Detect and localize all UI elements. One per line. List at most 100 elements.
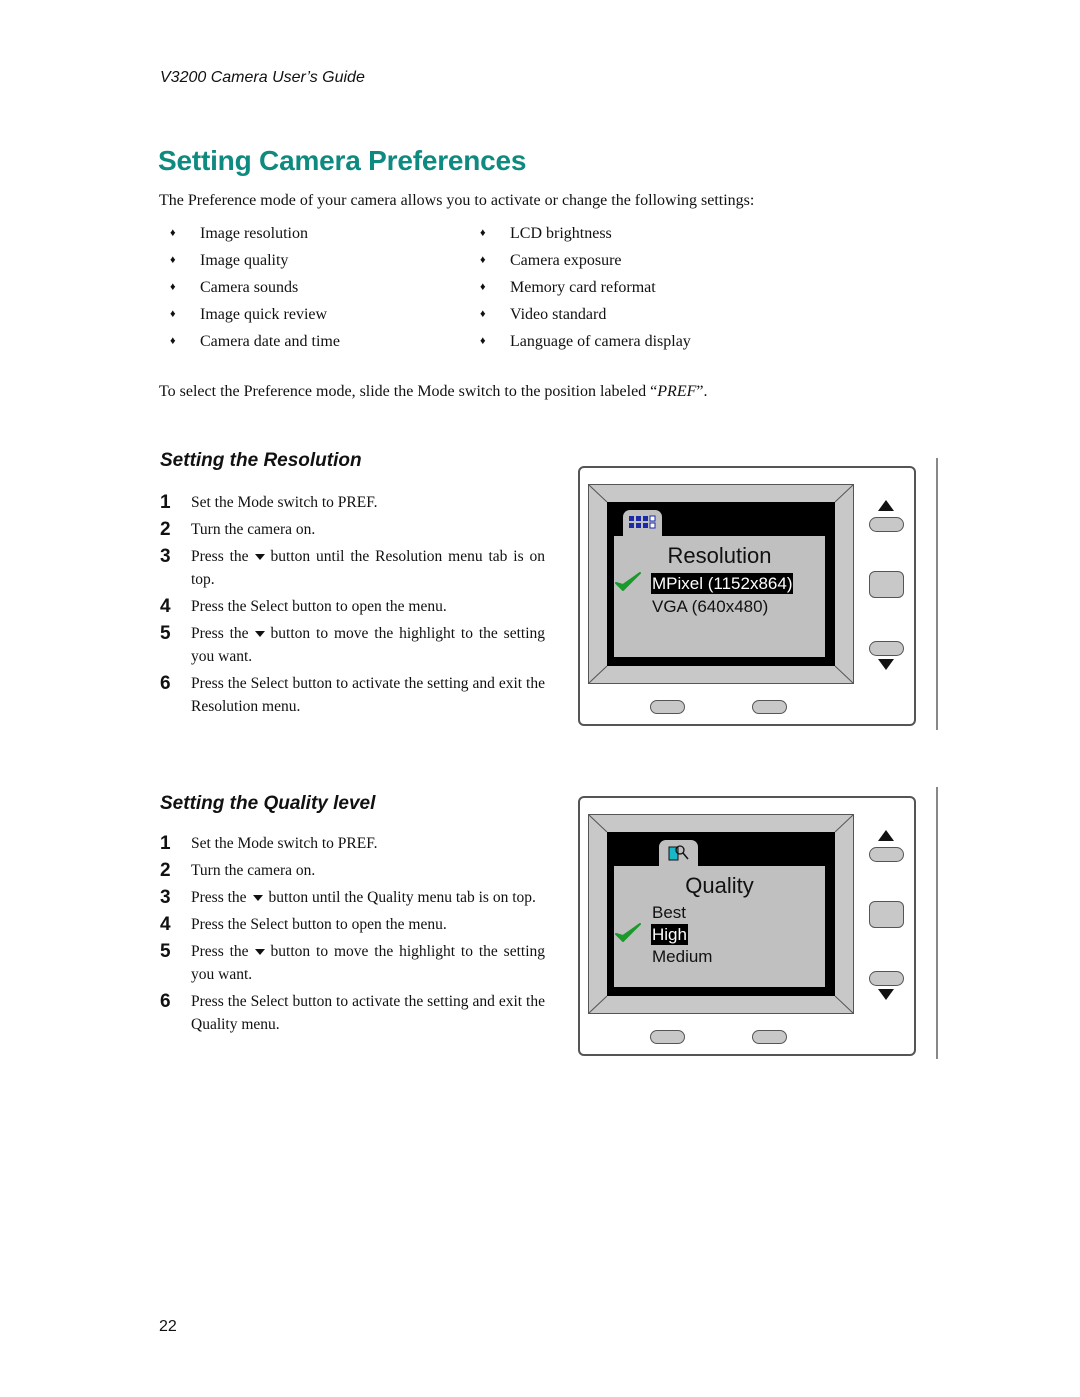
menu-panel: Resolution MPixel (1152x864) VGA (640x480) — [614, 536, 825, 657]
step-number: 3 — [160, 887, 171, 908]
quality-steps: 1 Set the Mode switch to PREF. 2 Turn the c… — [160, 834, 545, 1042]
step-text-part: Press the Select button to activate the … — [191, 993, 545, 1033]
grid-cell — [649, 515, 656, 522]
page-number: 22 — [159, 1318, 177, 1335]
setting-label: Language of camera display — [510, 333, 691, 350]
menu-title: Resolution — [667, 543, 772, 568]
menu-title: Quality — [685, 873, 754, 898]
left-soft-button[interactable] — [650, 700, 685, 714]
bullet-diamond-icon: ♦ — [480, 254, 486, 266]
down-arrow-icon — [254, 553, 265, 560]
step-number: 3 — [160, 546, 171, 567]
menu-option[interactable]: VGA (640x480) — [651, 596, 769, 617]
setting-label: Image quality — [200, 252, 289, 269]
section-heading-quality: Setting the Quality level — [160, 793, 376, 814]
right-soft-button[interactable] — [752, 700, 787, 714]
step-text-part: button until the Quality menu tab is on … — [268, 889, 536, 906]
step-text-part: Turn the camera on. — [191, 862, 316, 879]
running-header: V3200 Camera User’s Guide — [160, 69, 365, 86]
camera-display-quality: Quality Best High Medium — [578, 796, 918, 1058]
left-soft-button[interactable] — [650, 1030, 685, 1044]
step-text-part: Press the Select button to open the menu… — [191, 916, 447, 933]
step-text: Press the Select button to activate the … — [191, 672, 545, 718]
setting-label: Camera sounds — [200, 279, 299, 296]
menu-option[interactable]: Best — [651, 902, 687, 923]
grid-cell — [636, 523, 641, 528]
down-arrow-icon — [254, 630, 265, 637]
down-button[interactable] — [869, 971, 904, 986]
step-item: 2 Turn the camera on. — [160, 861, 545, 882]
step-text-part: Set the Mode switch to PREF. — [191, 835, 378, 852]
setting-label: Image quick review — [200, 306, 328, 323]
settings-list-item: ♦ Image quick review — [170, 304, 340, 331]
step-item: 6 Press the Select button to activate the… — [160, 674, 545, 718]
settings-list-item: ♦ LCD brightness — [480, 223, 691, 250]
right-soft-button[interactable] — [752, 1030, 787, 1044]
settings-list-right: ♦ LCD brightness ♦ Camera exposure ♦ Memory c… — [480, 223, 691, 358]
lcd-bezel: Quality Best High Medium — [588, 814, 854, 1014]
settings-list-left: ♦ Image resolution ♦ Image quality ♦ Camera s… — [170, 223, 340, 358]
step-number: 2 — [160, 519, 171, 540]
lcd-screen: Resolution MPixel (1152x864) VGA (640x480) — [607, 502, 835, 666]
step-text-part: Press the — [191, 548, 249, 565]
select-button[interactable] — [869, 901, 904, 928]
select-button[interactable] — [869, 571, 904, 598]
step-text: Press the Select button to activate the … — [191, 990, 545, 1036]
grid-cell — [643, 516, 648, 521]
pref-note-end: ”. — [696, 383, 708, 400]
step-text: Press the button until the Quality menu t… — [191, 886, 545, 909]
down-arrow-icon — [252, 894, 263, 901]
step-text: Press the button to move the highlight to… — [191, 622, 545, 668]
bezel-corner-line — [834, 815, 854, 833]
up-button[interactable] — [869, 517, 904, 532]
bezel-corner-line — [589, 485, 608, 503]
step-number: 1 — [160, 492, 171, 513]
step-text-part: Press the Select button to open the menu… — [191, 598, 447, 615]
step-item: 2 Turn the camera on. — [160, 520, 545, 541]
setting-label: LCD brightness — [510, 225, 612, 242]
bezel-corner-line — [589, 995, 608, 1014]
down-button[interactable] — [869, 641, 904, 656]
step-item: 5 Press the button to move the highlight t… — [160, 624, 545, 668]
settings-list-item: ♦ Video standard — [480, 304, 691, 331]
step-text: Turn the camera on. — [191, 859, 545, 882]
bullet-diamond-icon: ♦ — [480, 281, 486, 293]
step-number: 5 — [160, 941, 171, 962]
menu-option[interactable]: High — [651, 924, 688, 945]
step-item: 3 Press the button until the Resolution me… — [160, 547, 545, 591]
menu-option[interactable]: MPixel (1152x864) — [651, 573, 794, 594]
step-text: Press the button until the Resolution men… — [191, 545, 545, 591]
step-item: 6 Press the Select button to activate the… — [160, 992, 545, 1036]
step-text: Turn the camera on. — [191, 518, 545, 541]
up-button[interactable] — [869, 847, 904, 862]
step-text: Set the Mode switch to PREF. — [191, 491, 545, 514]
menu-option[interactable]: Medium — [651, 946, 713, 967]
divider-line — [936, 787, 938, 1059]
camera-body: Quality Best High Medium — [578, 796, 916, 1056]
grid-cell — [636, 516, 641, 521]
step-text: Set the Mode switch to PREF. — [191, 832, 545, 855]
step-item: 5 Press the button to move the highlight t… — [160, 942, 545, 986]
setting-label: Image resolution — [200, 225, 308, 242]
resolution-steps: 1 Set the Mode switch to PREF. 2 Turn the c… — [160, 493, 545, 724]
settings-list-item: ♦ Image quality — [170, 250, 340, 277]
lcd-bezel: Resolution MPixel (1152x864) VGA (640x480) — [588, 484, 854, 684]
checkmark-icon — [615, 572, 641, 591]
quality-magnifier-icon — [668, 845, 689, 861]
down-arrow-icon — [254, 948, 265, 955]
up-arrow-icon — [878, 500, 894, 511]
setting-label: Video standard — [510, 306, 607, 323]
camera-body: Resolution MPixel (1152x864) VGA (640x480) — [578, 466, 916, 726]
pref-mode-note: To select the Preference mode, slide the… — [159, 383, 707, 401]
step-item: 1 Set the Mode switch to PREF. — [160, 834, 545, 855]
grid-cell — [629, 516, 634, 521]
step-item: 1 Set the Mode switch to PREF. — [160, 493, 545, 514]
bullet-diamond-icon: ♦ — [170, 308, 176, 320]
bezel-corner-line — [834, 485, 854, 503]
bezel-corner-line — [834, 665, 854, 684]
settings-list-item: ♦ Camera exposure — [480, 250, 691, 277]
checkmark-path — [615, 923, 641, 942]
settings-list-item: ♦ Language of camera display — [480, 331, 691, 358]
checkmark-path — [615, 572, 641, 591]
bullet-diamond-icon: ♦ — [170, 335, 176, 347]
